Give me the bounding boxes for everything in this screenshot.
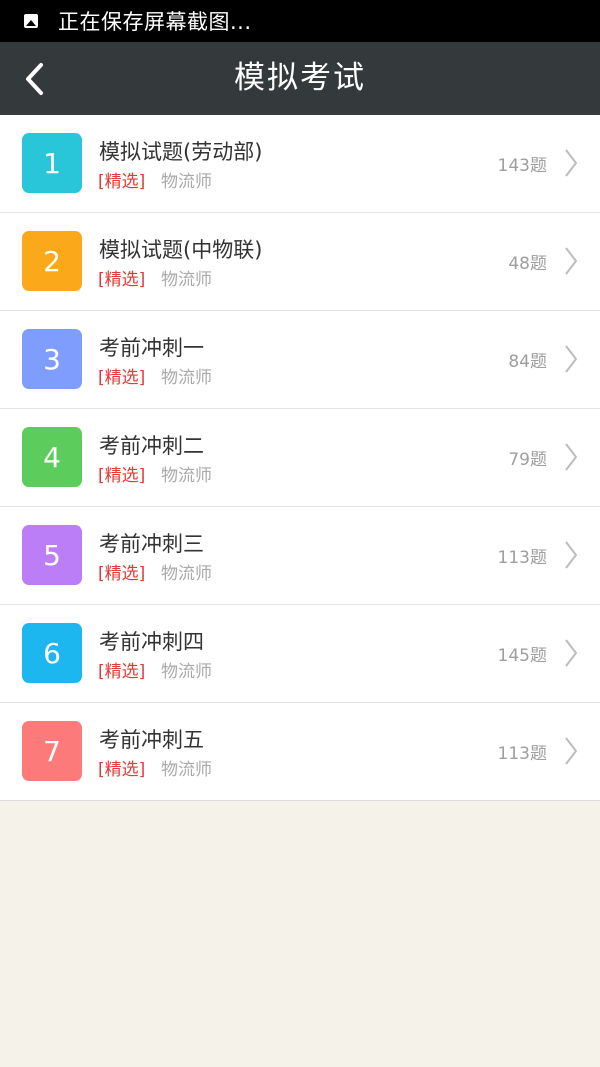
question-count: 84题 — [508, 352, 547, 372]
featured-tag: [精选] — [98, 368, 146, 388]
chevron-right-icon — [564, 736, 578, 766]
list-item[interactable]: 1 模拟试题(劳动部) [精选] 物流师 143题 — [0, 115, 600, 213]
list-item[interactable]: 3 考前冲刺一 [精选] 物流师 84题 — [0, 311, 600, 409]
chevron-right-icon — [564, 148, 578, 178]
item-title: 模拟试题(劳动部) — [99, 140, 263, 164]
number-badge: 7 — [22, 721, 82, 781]
number-badge: 3 — [22, 329, 82, 389]
featured-tag: [精选] — [98, 564, 146, 584]
title-bar: 模拟考试 — [0, 42, 600, 115]
item-category: 物流师 — [161, 564, 212, 584]
item-category: 物流师 — [161, 662, 212, 682]
list-item[interactable]: 4 考前冲刺二 [精选] 物流师 79题 — [0, 409, 600, 507]
item-category: 物流师 — [161, 368, 212, 388]
item-title: 考前冲刺五 — [99, 728, 204, 752]
featured-tag: [精选] — [98, 270, 146, 290]
exam-list: 1 模拟试题(劳动部) [精选] 物流师 143题 2 模拟试题(中物联) [精… — [0, 115, 600, 801]
featured-tag: [精选] — [98, 662, 146, 682]
item-title: 考前冲刺一 — [99, 336, 204, 360]
question-count: 113题 — [497, 744, 547, 764]
featured-tag: [精选] — [98, 466, 146, 486]
chevron-right-icon — [564, 540, 578, 570]
list-item[interactable]: 2 模拟试题(中物联) [精选] 物流师 48题 — [0, 213, 600, 311]
chevron-left-icon — [24, 62, 46, 96]
status-notification-text: 正在保存屏幕截图... — [58, 10, 252, 34]
question-count: 48题 — [508, 254, 547, 274]
list-item[interactable]: 5 考前冲刺三 [精选] 物流师 113题 — [0, 507, 600, 605]
question-count: 145题 — [497, 646, 547, 666]
number-badge: 4 — [22, 427, 82, 487]
item-title: 考前冲刺四 — [99, 630, 204, 654]
number-badge: 6 — [22, 623, 82, 683]
question-count: 113题 — [497, 548, 547, 568]
number-badge: 1 — [22, 133, 82, 193]
question-count: 79题 — [508, 450, 547, 470]
number-badge: 2 — [22, 231, 82, 291]
list-item[interactable]: 6 考前冲刺四 [精选] 物流师 145题 — [0, 605, 600, 703]
image-icon — [24, 14, 38, 28]
item-title: 考前冲刺三 — [99, 532, 204, 556]
status-bar: 正在保存屏幕截图... — [0, 0, 600, 42]
item-category: 物流师 — [161, 466, 212, 486]
chevron-right-icon — [564, 246, 578, 276]
item-category: 物流师 — [161, 172, 212, 192]
question-count: 143题 — [497, 156, 547, 176]
featured-tag: [精选] — [98, 760, 146, 780]
chevron-right-icon — [564, 442, 578, 472]
chevron-right-icon — [564, 638, 578, 668]
featured-tag: [精选] — [98, 172, 146, 192]
number-badge: 5 — [22, 525, 82, 585]
back-button[interactable] — [0, 42, 70, 115]
item-title: 考前冲刺二 — [99, 434, 204, 458]
chevron-right-icon — [564, 344, 578, 374]
item-category: 物流师 — [161, 760, 212, 780]
list-item[interactable]: 7 考前冲刺五 [精选] 物流师 113题 — [0, 703, 600, 800]
item-title: 模拟试题(中物联) — [99, 238, 263, 262]
page-title: 模拟考试 — [234, 60, 366, 96]
item-category: 物流师 — [161, 270, 212, 290]
